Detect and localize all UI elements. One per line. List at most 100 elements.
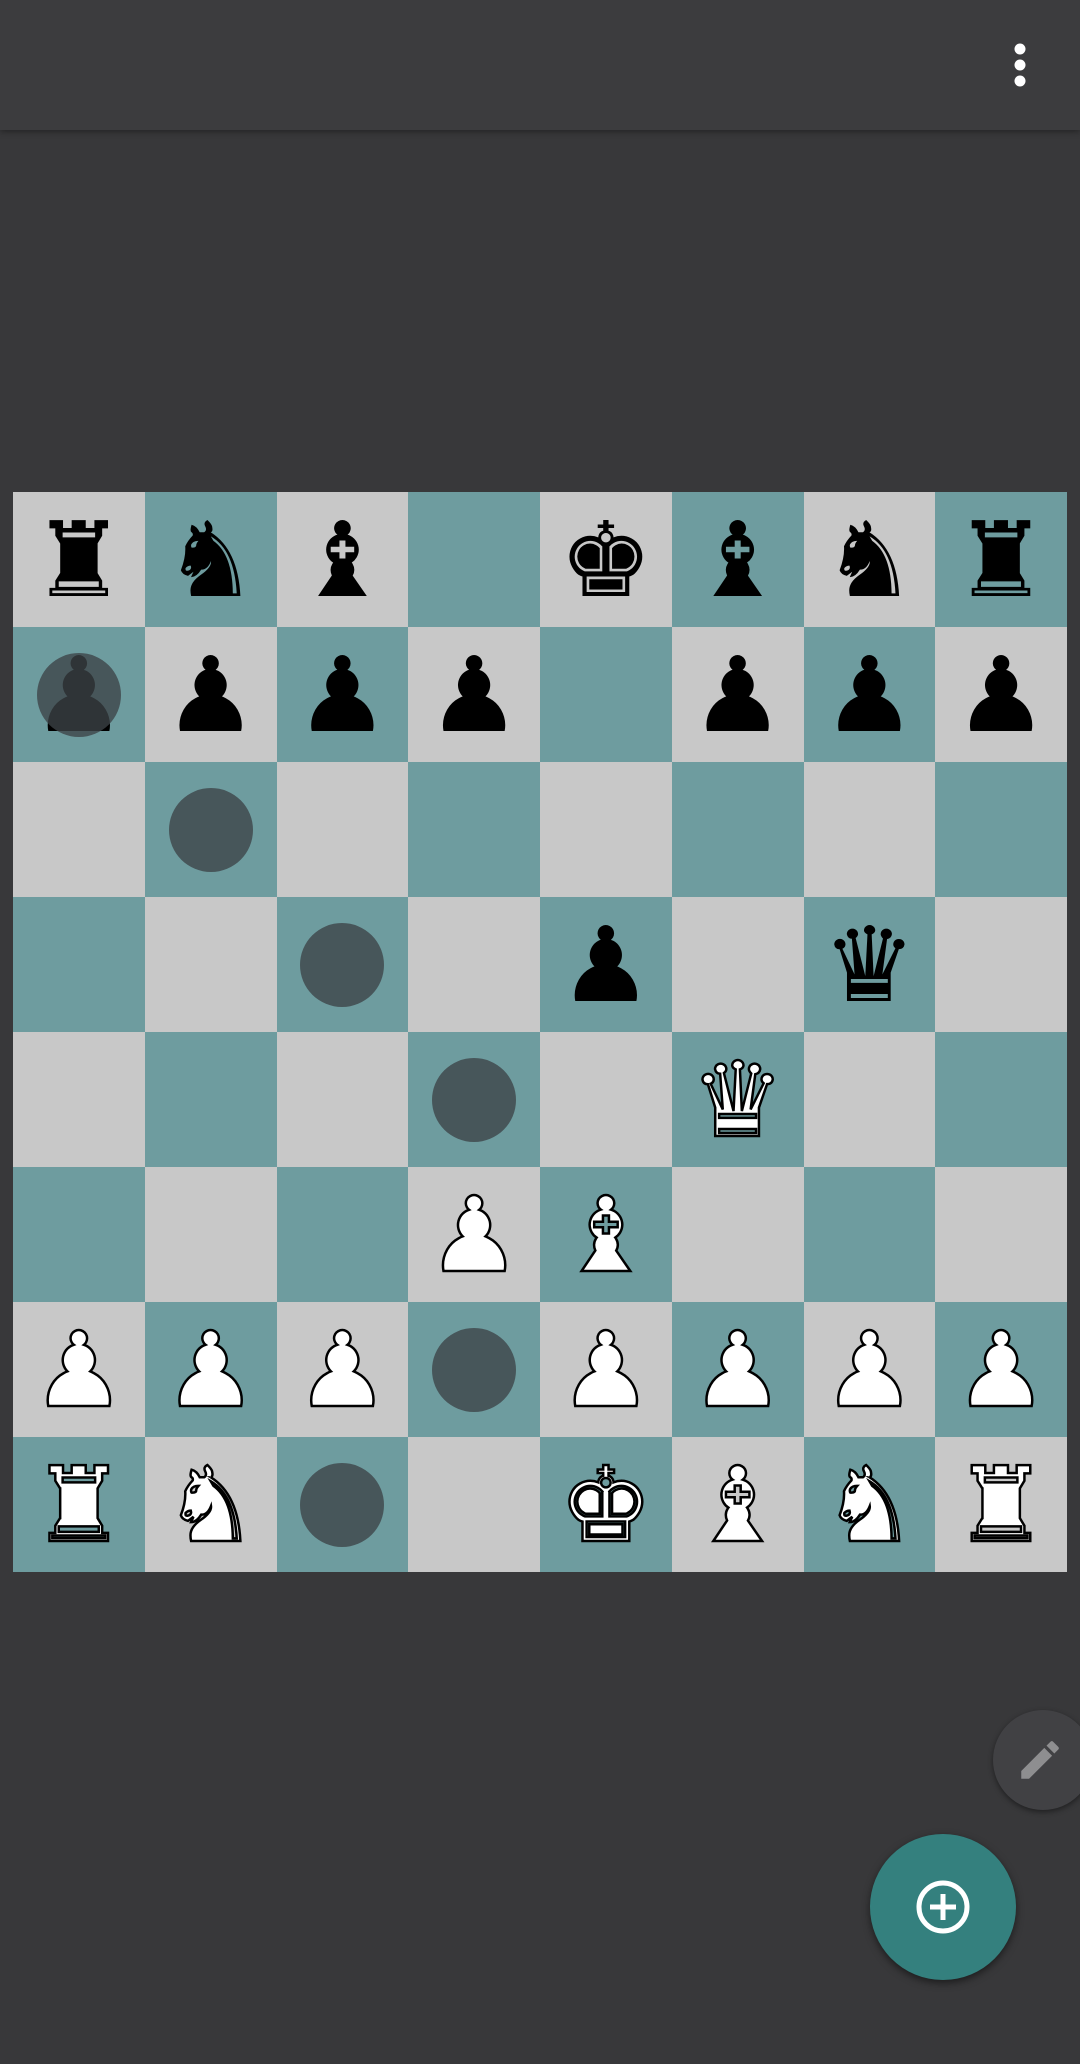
square-c4[interactable] [276, 1032, 409, 1167]
square-d2[interactable] [408, 1302, 540, 1437]
square-b3[interactable] [144, 1167, 277, 1302]
square-f3[interactable] [671, 1167, 804, 1302]
black-knight-b8[interactable]: ♞ [164, 508, 257, 612]
square-f5[interactable] [671, 897, 804, 1032]
square-h4[interactable] [935, 1032, 1067, 1167]
square-f1[interactable]: ♝ [671, 1437, 804, 1572]
black-pawn-e5[interactable]: ♟ [559, 913, 652, 1017]
square-d1[interactable] [408, 1437, 540, 1572]
square-e4[interactable] [540, 1032, 672, 1167]
square-e3[interactable]: ♝ [540, 1167, 672, 1302]
square-d6[interactable] [408, 762, 540, 897]
square-h5[interactable] [935, 897, 1067, 1032]
square-g1[interactable]: ♞ [803, 1437, 936, 1572]
square-c8[interactable]: ♝ [276, 492, 409, 627]
square-d8[interactable] [408, 492, 540, 627]
edit-button[interactable] [993, 1710, 1080, 1810]
square-d7[interactable]: ♟ [408, 627, 540, 762]
square-e6[interactable] [540, 762, 672, 897]
white-pawn-e2[interactable]: ♟ [558, 1316, 654, 1423]
square-e8[interactable]: ♚ [540, 492, 672, 627]
square-h7[interactable]: ♟ [935, 627, 1067, 762]
black-knight-g8[interactable]: ♞ [823, 508, 916, 612]
square-e7[interactable] [540, 627, 672, 762]
square-e5[interactable]: ♟ [540, 897, 672, 1032]
black-pawn-c7[interactable]: ♟ [296, 643, 389, 747]
square-a6[interactable] [13, 762, 145, 897]
square-e1[interactable]: ♚ [540, 1437, 672, 1572]
square-f6[interactable] [671, 762, 804, 897]
white-pawn-h2[interactable]: ♟ [953, 1316, 1049, 1423]
square-a4[interactable] [13, 1032, 145, 1167]
move-hint-b6 [168, 787, 253, 872]
black-pawn-d7[interactable]: ♟ [428, 643, 521, 747]
white-king-e1[interactable]: ♚ [558, 1451, 654, 1558]
white-pawn-b2[interactable]: ♟ [163, 1316, 259, 1423]
square-g4[interactable] [803, 1032, 936, 1167]
black-rook-a8[interactable]: ♜ [32, 508, 125, 612]
white-pawn-a2[interactable]: ♟ [31, 1316, 127, 1423]
black-pawn-f7[interactable]: ♟ [691, 643, 784, 747]
square-h2[interactable]: ♟ [935, 1302, 1067, 1437]
white-rook-a1[interactable]: ♜ [31, 1451, 127, 1558]
square-f7[interactable]: ♟ [671, 627, 804, 762]
black-rook-h8[interactable]: ♜ [955, 508, 1048, 612]
square-c1[interactable] [276, 1437, 409, 1572]
square-g5[interactable]: ♛ [803, 897, 936, 1032]
black-pawn-b7[interactable]: ♟ [164, 643, 257, 747]
square-c2[interactable]: ♟ [276, 1302, 409, 1437]
square-b1[interactable]: ♞ [144, 1437, 277, 1572]
square-d3[interactable]: ♟ [408, 1167, 540, 1302]
square-h8[interactable]: ♜ [935, 492, 1067, 627]
square-c3[interactable] [276, 1167, 409, 1302]
black-queen-g5[interactable]: ♛ [823, 913, 916, 1017]
square-b7[interactable]: ♟ [144, 627, 277, 762]
white-knight-g1[interactable]: ♞ [821, 1451, 917, 1558]
square-a2[interactable]: ♟ [13, 1302, 145, 1437]
white-pawn-c2[interactable]: ♟ [294, 1316, 390, 1423]
white-bishop-f1[interactable]: ♝ [690, 1451, 786, 1558]
square-b4[interactable] [144, 1032, 277, 1167]
square-a8[interactable]: ♜ [13, 492, 145, 627]
square-g8[interactable]: ♞ [803, 492, 936, 627]
square-h6[interactable] [935, 762, 1067, 897]
square-b2[interactable]: ♟ [144, 1302, 277, 1437]
square-a5[interactable] [13, 897, 145, 1032]
square-e2[interactable]: ♟ [540, 1302, 672, 1437]
square-h3[interactable] [935, 1167, 1067, 1302]
overflow-menu-button[interactable] [960, 0, 1080, 130]
white-queen-f4[interactable]: ♛ [690, 1046, 786, 1153]
black-bishop-c8[interactable]: ♝ [296, 508, 389, 612]
square-c7[interactable]: ♟ [276, 627, 409, 762]
square-b5[interactable] [144, 897, 277, 1032]
square-c6[interactable] [276, 762, 409, 897]
black-pawn-a7[interactable]: ♟ [32, 643, 125, 747]
white-pawn-f2[interactable]: ♟ [690, 1316, 786, 1423]
white-pawn-d3[interactable]: ♟ [426, 1181, 522, 1288]
square-a7[interactable]: ♟ [13, 627, 145, 762]
square-g7[interactable]: ♟ [803, 627, 936, 762]
square-a3[interactable] [13, 1167, 145, 1302]
square-b8[interactable]: ♞ [144, 492, 277, 627]
white-bishop-e3[interactable]: ♝ [558, 1181, 654, 1288]
square-g6[interactable] [803, 762, 936, 897]
square-g2[interactable]: ♟ [803, 1302, 936, 1437]
square-f2[interactable]: ♟ [671, 1302, 804, 1437]
square-d5[interactable] [408, 897, 540, 1032]
square-c5[interactable] [276, 897, 409, 1032]
square-b6[interactable] [144, 762, 277, 897]
square-g3[interactable] [803, 1167, 936, 1302]
new-game-button[interactable] [870, 1834, 1016, 1980]
square-h1[interactable]: ♜ [935, 1437, 1067, 1572]
white-pawn-g2[interactable]: ♟ [821, 1316, 917, 1423]
square-d4[interactable] [408, 1032, 540, 1167]
black-king-e8[interactable]: ♚ [559, 508, 652, 612]
white-knight-b1[interactable]: ♞ [163, 1451, 259, 1558]
black-pawn-h7[interactable]: ♟ [955, 643, 1048, 747]
square-f8[interactable]: ♝ [671, 492, 804, 627]
square-a1[interactable]: ♜ [13, 1437, 145, 1572]
black-bishop-f8[interactable]: ♝ [691, 508, 784, 612]
white-rook-h1[interactable]: ♜ [953, 1451, 1049, 1558]
square-f4[interactable]: ♛ [671, 1032, 804, 1167]
black-pawn-g7[interactable]: ♟ [823, 643, 916, 747]
